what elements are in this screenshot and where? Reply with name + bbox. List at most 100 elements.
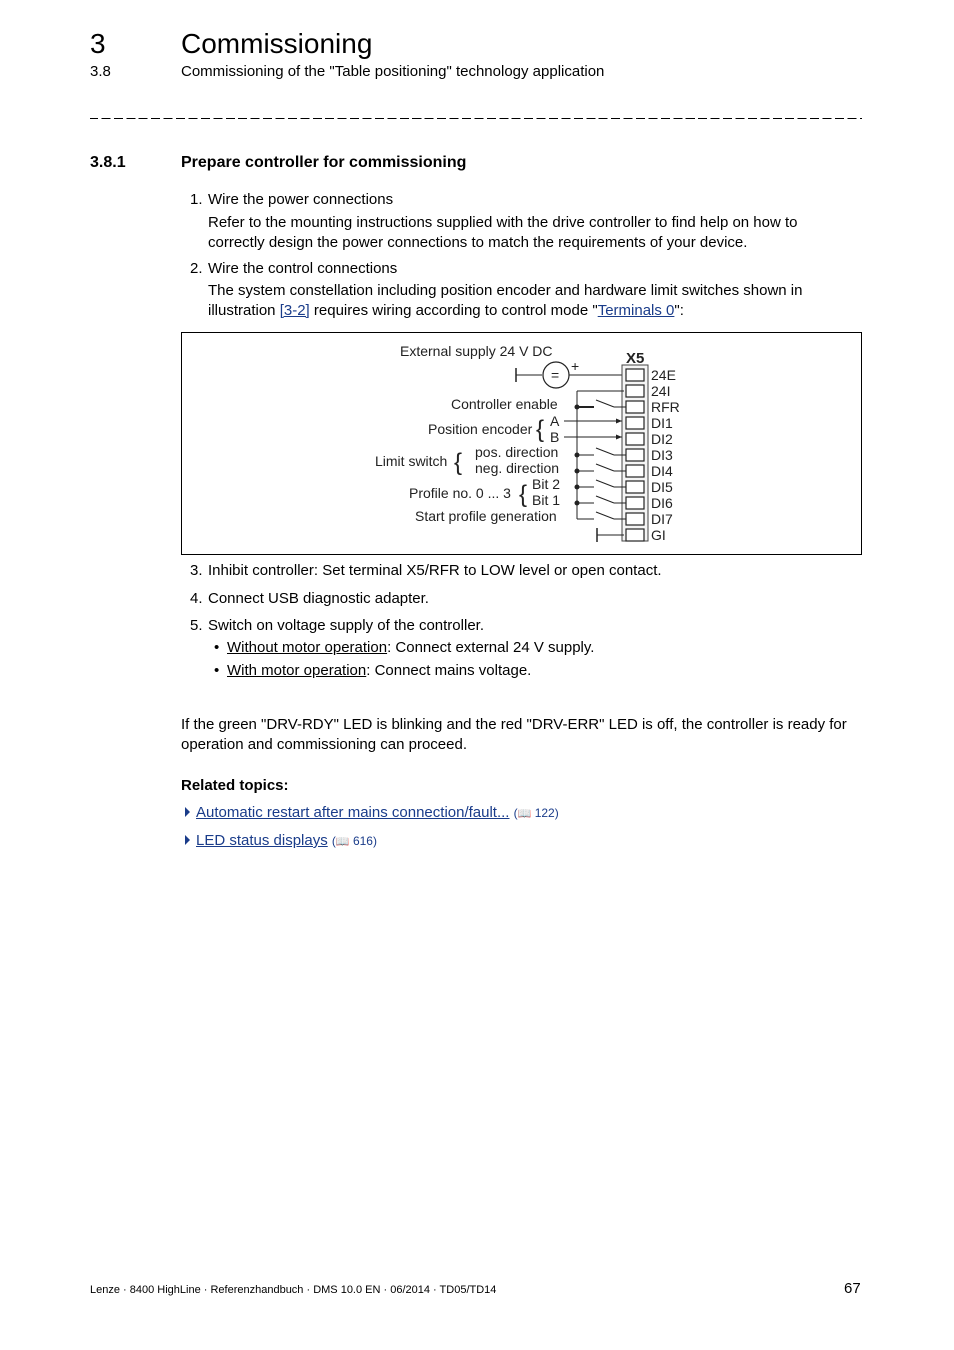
terminal-24i xyxy=(625,384,645,398)
terminal-di3 xyxy=(625,448,645,462)
junction-dot xyxy=(574,404,580,410)
step-number: 3. xyxy=(190,562,203,579)
pos-direction-label: pos. direction xyxy=(475,444,558,460)
body-text: illustration xyxy=(208,301,280,319)
step-5: 5. Switch on voltage supply of the contr… xyxy=(0,616,954,636)
figure-ref-link[interactable]: [3-2] xyxy=(280,302,310,319)
page-number-ref: 616 xyxy=(352,834,373,848)
book-icon: 📖 xyxy=(335,836,350,848)
page-number-ref: 122 xyxy=(534,806,555,820)
profile-no-label: Profile no. 0 ... 3 xyxy=(409,485,511,501)
terminal-label: DI2 xyxy=(651,431,673,447)
step-2: 2. Wire the control connections xyxy=(0,259,954,279)
related-item: LED status displays (📖 616) xyxy=(185,831,377,852)
triangle-right-icon xyxy=(185,807,190,817)
book-icon: 📖 xyxy=(517,808,532,820)
terminal-label: GI xyxy=(651,527,666,543)
position-encoder-label: Position encoder xyxy=(428,421,533,437)
page-reference[interactable]: (📖 122) xyxy=(514,806,559,820)
arrow-icon xyxy=(616,418,622,424)
terminal-label: RFR xyxy=(651,399,680,415)
wiring-diagram: External supply 24 V DC = + X5 24E 24I RFR… xyxy=(181,332,862,555)
limit-switch-label: Limit switch xyxy=(375,453,447,469)
plus-sign: + xyxy=(571,358,579,374)
bullet-label: Without motor operation xyxy=(227,639,388,656)
switch-group xyxy=(574,399,626,520)
terminal-di5 xyxy=(625,480,645,494)
bullet-item: • Without motor operation: Connect exter… xyxy=(0,638,954,658)
controller-enable-label: Controller enable xyxy=(451,396,558,412)
header-divider xyxy=(90,118,862,119)
page-reference[interactable]: (📖 616) xyxy=(332,834,377,848)
page-number: 67 xyxy=(844,1280,861,1297)
brace-icon: { xyxy=(454,449,462,476)
step-number: 2. xyxy=(190,260,203,277)
step-title: Wire the power connections xyxy=(208,191,394,208)
brace-icon: { xyxy=(519,481,527,508)
triangle-right-icon xyxy=(185,835,190,845)
section-title: Commissioning of the "Table positioning"… xyxy=(181,63,605,80)
chapter-number: 3 xyxy=(90,28,106,59)
step-1: 1. Wire the power connections xyxy=(0,190,954,210)
bit2-label: Bit 2 xyxy=(532,476,560,492)
neg-direction-label: neg. direction xyxy=(475,460,559,476)
junction-dot xyxy=(574,484,580,490)
bullet-label: With motor operation xyxy=(227,662,367,679)
terminal-di4 xyxy=(625,464,645,478)
bullet-icon: • xyxy=(214,639,220,656)
junction-dot xyxy=(574,452,580,458)
step-number: 5. xyxy=(190,617,203,634)
body-text: requires wiring according to control mod… xyxy=(309,301,598,319)
terminals-0-link[interactable]: Terminals 0 xyxy=(598,302,675,319)
encoder-a-label: A xyxy=(550,413,560,429)
footer-text: Lenze · 8400 HighLine · Referenzhandbuch… xyxy=(90,1284,497,1296)
terminal-group: 24E24IRFRDI1DI2DI3DI4DI5DI6DI7GI xyxy=(625,367,680,543)
terminal-di2 xyxy=(625,432,645,446)
step-number: 1. xyxy=(190,191,203,208)
terminal-label: DI1 xyxy=(651,415,673,431)
junction-dot xyxy=(574,468,580,474)
switch-contact-icon xyxy=(595,447,615,456)
bullet-icon: • xyxy=(214,662,220,679)
supply-label: External supply 24 V DC xyxy=(400,343,553,359)
terminal-label: DI5 xyxy=(651,479,673,495)
body-line: If the green "DRV-RDY" LED is blinking a… xyxy=(181,716,847,733)
section-number: 3.8 xyxy=(90,63,111,80)
chapter-title: Commissioning xyxy=(181,28,373,59)
body-line: correctly design the power connections t… xyxy=(208,233,748,251)
bullet-text: : Connect external 24 V supply. xyxy=(387,639,595,656)
body-line: The system constellation including posit… xyxy=(208,282,803,299)
subsection-number: 3.8.1 xyxy=(90,154,126,171)
related-topics-heading: Related topics: xyxy=(181,777,289,794)
bullet-text: : Connect mains voltage. xyxy=(366,662,532,679)
step-title: Wire the control connections xyxy=(208,260,398,277)
body-line: Refer to the mounting instructions suppl… xyxy=(208,214,798,231)
source-symbol: = xyxy=(551,367,559,383)
terminal-label: DI3 xyxy=(651,447,673,463)
terminal-label: 24I xyxy=(651,383,670,399)
step-2-body: The system constellation including posit… xyxy=(208,281,868,320)
switch-contact-icon xyxy=(595,495,615,504)
step-3: 3. Inhibit controller: Set terminal X5/R… xyxy=(0,561,954,581)
arrow-icon xyxy=(616,434,622,440)
step-title: Connect USB diagnostic adapter. xyxy=(208,590,429,607)
wiring-diagram-svg: External supply 24 V DC = + X5 24E24IRFR… xyxy=(375,343,680,543)
related-link-led-status[interactable]: LED status displays xyxy=(196,832,328,849)
switch-contact-icon xyxy=(595,463,615,472)
body-line: operation and commissioning can proceed. xyxy=(181,735,468,753)
subsection-title: Prepare controller for commissioning xyxy=(181,154,467,171)
related-link-automatic-restart[interactable]: Automatic restart after mains connection… xyxy=(196,804,509,821)
switch-contact-icon xyxy=(595,511,615,520)
switch-contact-icon xyxy=(595,399,615,408)
junction-dot xyxy=(574,500,580,506)
terminal-gi xyxy=(625,528,645,542)
terminal-label: DI4 xyxy=(651,463,673,479)
step-number: 4. xyxy=(190,590,203,607)
encoder-b-label: B xyxy=(550,429,559,445)
terminal-label: DI6 xyxy=(651,495,673,511)
step-1-body: Refer to the mounting instructions suppl… xyxy=(208,213,868,252)
body-line: illustration [3-2] requires wiring accor… xyxy=(208,301,868,321)
switch-contact-icon xyxy=(595,479,615,488)
terminal-di1 xyxy=(625,416,645,430)
terminal-24e xyxy=(625,368,645,382)
